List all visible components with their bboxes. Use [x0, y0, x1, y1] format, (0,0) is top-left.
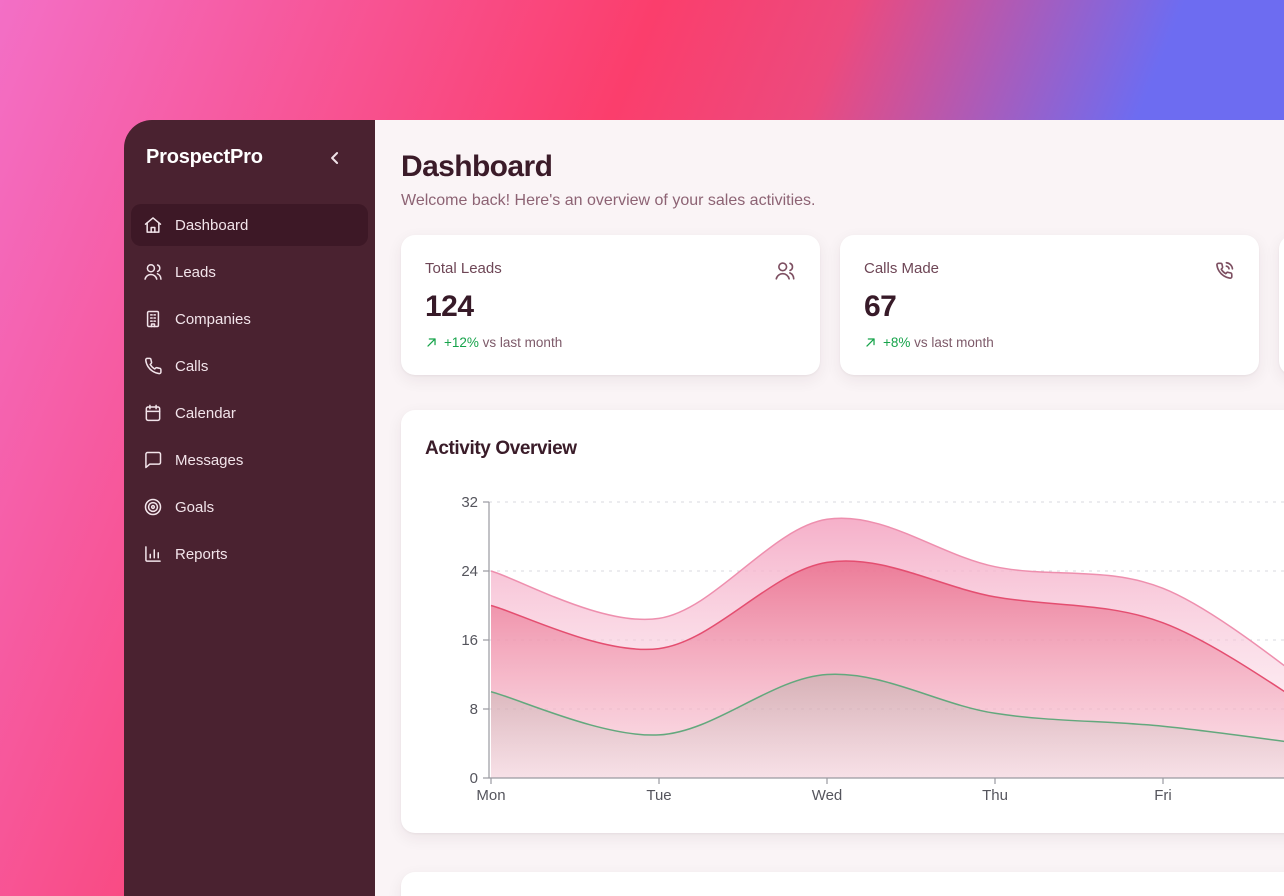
sidebar-item-label: Leads	[175, 264, 216, 281]
stat-card-total-leads: Total Leads 124 +12% vs last month	[401, 235, 820, 375]
page-title: Dashboard	[401, 150, 1284, 184]
sidebar-item-dashboard[interactable]: Dashboard	[131, 204, 368, 246]
stat-change: +12% vs last month	[425, 335, 796, 350]
stat-change-percent: +8%	[883, 335, 910, 350]
stat-value: 124	[425, 290, 796, 324]
sidebar-item-label: Calls	[175, 358, 208, 375]
svg-text:Mon: Mon	[476, 787, 505, 804]
sidebar-item-calendar[interactable]: Calendar	[131, 392, 368, 434]
svg-text:Tue: Tue	[646, 787, 671, 804]
main-content: Dashboard Welcome back! Here's an overvi…	[375, 120, 1284, 896]
home-icon	[143, 215, 163, 235]
sidebar-header: ProspectPro	[124, 120, 375, 169]
stats-row: Total Leads 124 +12% vs last month Calls…	[401, 235, 1284, 375]
phone-icon	[143, 356, 163, 376]
stat-label: Total Leads	[425, 260, 502, 277]
activity-chart: 0 8 16 24 32 Mon Tue Wed Thu Fri	[401, 410, 1284, 833]
sidebar-item-goals[interactable]: Goals	[131, 486, 368, 528]
activity-overview-card: Activity Overview 08162432MonTueWedThuFr…	[401, 410, 1284, 833]
sidebar-item-label: Dashboard	[175, 217, 248, 234]
sidebar-item-label: Messages	[175, 452, 243, 469]
calendar-icon	[143, 403, 163, 423]
stat-card-header: Total Leads	[425, 260, 796, 282]
users-icon	[143, 262, 163, 282]
building-icon	[143, 309, 163, 329]
sidebar-item-label: Goals	[175, 499, 214, 516]
stat-change-percent: +12%	[444, 335, 479, 350]
sidebar-item-leads[interactable]: Leads	[131, 251, 368, 293]
users-icon	[774, 260, 796, 282]
bar-chart-icon	[143, 544, 163, 564]
svg-text:Thu: Thu	[982, 787, 1008, 804]
sidebar-item-messages[interactable]: Messages	[131, 439, 368, 481]
stat-change: +8% vs last month	[864, 335, 1235, 350]
sidebar: ProspectPro Dashboard Leads Companies Calls…	[124, 120, 375, 896]
stat-change-suffix: vs last month	[483, 335, 563, 350]
svg-text:32: 32	[461, 494, 478, 511]
sidebar-item-label: Companies	[175, 311, 251, 328]
chevron-left-icon	[325, 148, 345, 168]
arrow-up-right-icon	[864, 336, 877, 349]
next-section-card	[401, 872, 1284, 896]
sidebar-item-companies[interactable]: Companies	[131, 298, 368, 340]
stat-card-clipped	[1279, 235, 1284, 375]
brand-logo: ProspectPro	[146, 146, 263, 169]
stat-card-header: Calls Made	[864, 260, 1235, 282]
svg-text:16: 16	[461, 632, 478, 649]
arrow-up-right-icon	[425, 336, 438, 349]
sidebar-collapse-button[interactable]	[325, 148, 345, 168]
sidebar-item-label: Calendar	[175, 405, 236, 422]
svg-text:Fri: Fri	[1154, 787, 1172, 804]
stat-card-calls-made: Calls Made 67 +8% vs last month	[840, 235, 1259, 375]
target-icon	[143, 497, 163, 517]
sidebar-item-calls[interactable]: Calls	[131, 345, 368, 387]
svg-text:Wed: Wed	[812, 787, 843, 804]
svg-text:8: 8	[470, 701, 478, 718]
sidebar-item-reports[interactable]: Reports	[131, 533, 368, 575]
svg-text:0: 0	[470, 770, 478, 787]
sidebar-nav: Dashboard Leads Companies Calls Calendar Mess…	[131, 204, 368, 575]
message-square-icon	[143, 450, 163, 470]
app-window: ProspectPro Dashboard Leads Companies Calls…	[124, 120, 1284, 896]
stat-label: Calls Made	[864, 260, 939, 277]
page-subtitle: Welcome back! Here's an overview of your…	[401, 190, 1284, 211]
svg-text:24: 24	[461, 563, 478, 580]
stat-value: 67	[864, 290, 1235, 324]
stat-change-suffix: vs last month	[914, 335, 994, 350]
sidebar-item-label: Reports	[175, 546, 228, 563]
phone-call-icon	[1213, 260, 1235, 282]
